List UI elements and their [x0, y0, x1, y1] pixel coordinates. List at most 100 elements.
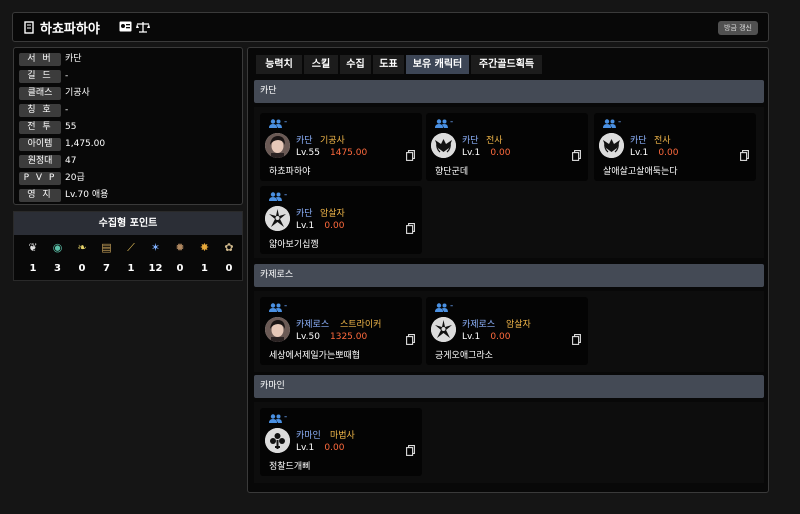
server-section-header: 카제로스 — [254, 264, 764, 287]
character-item-level: 1325.00 — [330, 332, 368, 342]
character-level: Lv.1 — [296, 443, 315, 453]
collectible-value: 1 — [201, 263, 208, 274]
character-card[interactable]: - 카제로스 스트라이커 Lv.50 1325.00 세상에서제일가는뽀때협 — [260, 297, 422, 365]
collectible-value: 1 — [127, 263, 135, 274]
character-card[interactable]: - 카단 암살자 Lv.1 0.00 얇아보기십껭 — [260, 186, 422, 254]
info-label: 길 드 — [19, 70, 61, 83]
character-name: 얇아보기십껭 — [269, 240, 319, 250]
mokoko-seed-icon: ❦ — [28, 241, 38, 254]
character-name: 세상에서제일가는뽀때협 — [269, 351, 361, 361]
info-value: Lv.70 애용 — [65, 190, 109, 200]
character-card[interactable]: - 카마인 마법사 Lv.1 0.00 정찰드개삐 — [260, 408, 422, 476]
island-heart-icon: ◉ — [52, 241, 63, 254]
character-server: 카단 — [630, 136, 647, 146]
character-server: 카제로스 — [296, 320, 330, 330]
character-class: 기공사 — [320, 136, 345, 146]
ignea-token-icon: ⟋ — [127, 241, 135, 254]
copy-icon[interactable] — [406, 150, 415, 161]
character-name: 하쵸파하야 — [269, 167, 311, 177]
assassin-emblem-icon — [431, 317, 456, 342]
character-avatar — [431, 133, 456, 158]
tab-3[interactable]: 도표 — [373, 55, 404, 74]
character-avatar — [431, 317, 456, 342]
server-section-header: 카마인 — [254, 375, 764, 398]
warrior-emblem-icon — [431, 133, 456, 158]
people-icon — [435, 303, 448, 312]
people-icon — [269, 192, 282, 201]
character-server: 카마인 — [296, 431, 321, 441]
copy-icon[interactable] — [406, 223, 415, 234]
people-icon — [435, 119, 448, 128]
guild-name: - — [284, 117, 288, 127]
guild-name: - — [284, 190, 288, 200]
server-section-header: 카단 — [254, 80, 764, 103]
character-level: Lv.1 — [462, 332, 481, 342]
character-server: 카단 — [296, 209, 313, 219]
character-card[interactable]: - 카단 기공사 Lv.55 1475.00 하쵸파하야 — [260, 113, 422, 181]
world-tree-leaf-icon: ✿ — [224, 241, 234, 254]
collectible-points-title: 수집형 포인트 — [14, 212, 242, 235]
copy-icon[interactable] — [406, 445, 415, 456]
main-panel: 능력치 스킬 수집 도표 보유 캐릭터 주간골드획득 카단 - 카단 기공사 Lv.55 1475.… — [247, 47, 769, 493]
character-avatar — [265, 206, 290, 231]
character-card[interactable]: - 카제로스 암살자 Lv.1 0.00 긍게오애그라소 — [426, 297, 588, 365]
collectible-value: 0 — [78, 263, 86, 274]
assassin-emblem-icon — [265, 206, 290, 231]
tab-1[interactable]: 스킬 — [304, 55, 338, 74]
refresh-button[interactable]: 방금 갱신 — [718, 21, 758, 35]
info-label: 전 투 — [19, 121, 61, 134]
character-item-level: 0.00 — [658, 148, 679, 158]
character-avatar — [265, 133, 290, 158]
character-server: 카단 — [462, 136, 479, 146]
character-level: Lv.50 — [296, 332, 320, 342]
character-class: 전사 — [486, 136, 503, 146]
guild-name: - — [450, 117, 454, 127]
info-value: - — [65, 105, 69, 115]
copy-icon[interactable] — [572, 150, 581, 161]
info-label: 원정대 — [19, 155, 61, 168]
mage-emblem-icon — [265, 428, 290, 453]
character-card[interactable]: - 카단 전사 Lv.1 0.00 향단군데 — [426, 113, 588, 181]
character-level: Lv.1 — [462, 148, 481, 158]
guild-name: - — [284, 301, 288, 311]
info-label: 아이템 — [19, 138, 61, 151]
character-name: 살애살고살애둑는다 — [603, 167, 678, 177]
people-icon — [269, 414, 282, 423]
tab-5[interactable]: 주간골드획득 — [471, 55, 542, 74]
omnium-star-icon: ✶ — [150, 241, 161, 254]
tab-0[interactable]: 능력치 — [256, 55, 302, 74]
bookmark-icon[interactable] — [24, 21, 34, 34]
info-label: 클래스 — [19, 87, 61, 100]
tab-2[interactable]: 수집 — [340, 55, 371, 74]
collectible-value: 0 — [176, 263, 184, 274]
info-value: 20급 — [65, 173, 85, 183]
portrait-icon — [265, 133, 290, 158]
scale-icon[interactable] — [136, 21, 150, 33]
info-value: - — [65, 71, 69, 81]
info-label: 서 버 — [19, 53, 61, 66]
tab-4[interactable]: 보유 캐릭터 — [406, 55, 469, 74]
info-label: P V P — [19, 172, 61, 185]
collectible-value: 0 — [225, 263, 233, 274]
character-name: 하쵸파하야 — [40, 22, 100, 37]
character-item-level: 0.00 — [490, 148, 511, 158]
id-card-icon[interactable] — [119, 21, 132, 32]
people-icon — [269, 303, 282, 312]
copy-icon[interactable] — [740, 150, 749, 161]
character-class: 암살자 — [320, 209, 345, 219]
character-header: 하쵸파하야 방금 갱신 — [12, 12, 769, 42]
character-card[interactable]: - 카단 전사 Lv.1 0.00 살애살고살애둑는다 — [594, 113, 756, 181]
character-class: 마법사 — [330, 431, 355, 441]
character-class: 전사 — [654, 136, 671, 146]
warrior-emblem-icon — [599, 133, 624, 158]
collectible-icons-row: ❦ ◉ ❧ ▤ ⟋ ✶ ✹ ✸ ✿ — [14, 242, 244, 258]
collectible-value: 12 — [148, 263, 163, 274]
character-name: 정찰드개삐 — [269, 462, 311, 472]
copy-icon[interactable] — [572, 334, 581, 345]
copy-icon[interactable] — [406, 334, 415, 345]
portrait-icon — [265, 317, 290, 342]
people-icon — [603, 119, 616, 128]
guild-name: - — [284, 412, 288, 422]
character-item-level: 0.00 — [324, 221, 345, 231]
character-server: 카단 — [296, 136, 313, 146]
